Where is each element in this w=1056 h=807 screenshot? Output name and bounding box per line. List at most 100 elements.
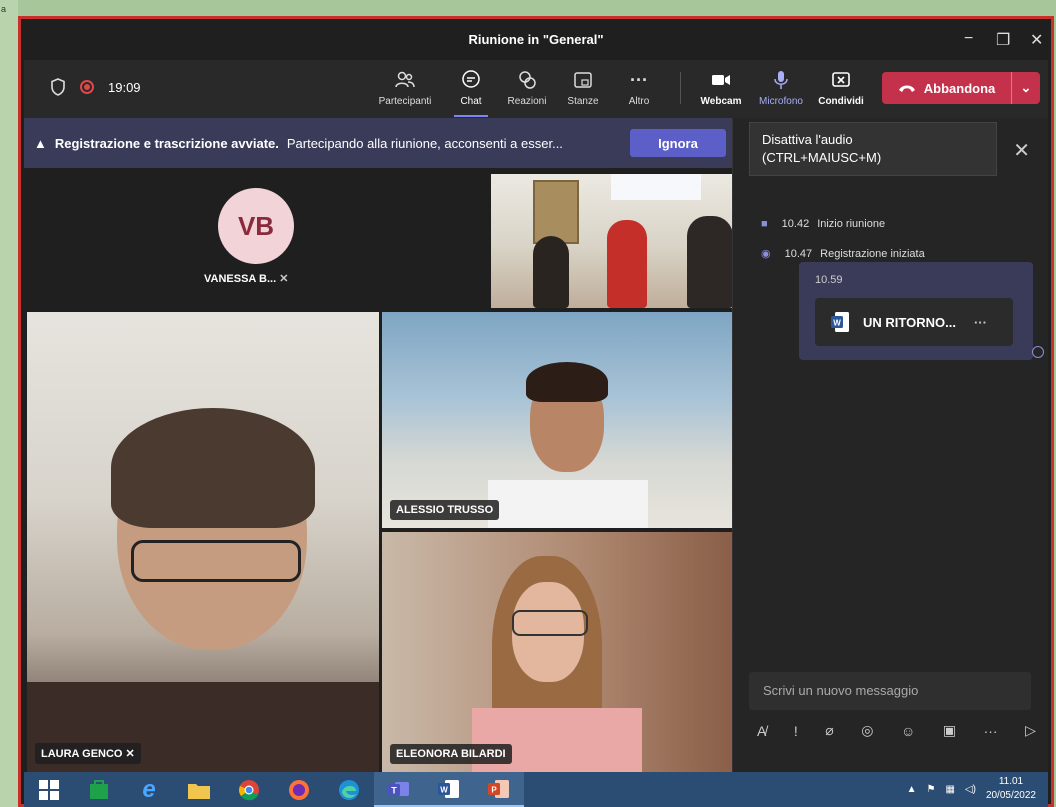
message-input[interactable]: Scrivi un nuovo messaggio (749, 672, 1031, 710)
seen-icon (1032, 346, 1044, 358)
close-panel-icon[interactable]: ✕ (1013, 138, 1030, 163)
compose-toolbar: A̸ ! ⌀ ◎ ☺ ▣ ··· ▷ (757, 722, 1036, 739)
microphone-button[interactable]: Microfono (750, 68, 812, 107)
svg-text:W: W (440, 785, 448, 794)
webcam-button[interactable]: Webcam (690, 68, 752, 107)
teams-icon: T (388, 781, 409, 796)
rooms-label: Stanze (567, 96, 599, 107)
share-label: Condividi (818, 96, 864, 107)
event-time: 10.47 (784, 247, 813, 260)
rooms-button[interactable]: Stanze (552, 68, 614, 107)
hair-shape (111, 408, 315, 528)
participant-tile-room[interactable] (491, 174, 733, 308)
participant-tile-vanessa[interactable]: VB VANESSA B... ✕ (24, 168, 488, 308)
start-button[interactable] (24, 772, 74, 807)
clock-date: 20/05/2022 (985, 790, 1036, 801)
shield-icon (51, 78, 65, 96)
chat-label: Chat (460, 96, 482, 107)
warning-icon: ▲ (34, 135, 47, 151)
recording-banner: ▲ Registrazione e trascrizione avviate. … (24, 118, 732, 168)
leave-button[interactable]: Abbandona ⌄ (882, 72, 1040, 104)
taskbar-teams[interactable]: T (374, 772, 424, 807)
participant-tile-laura[interactable]: LAURA GENCO ✕ (27, 312, 379, 772)
close-window-button[interactable]: ✕ (1030, 30, 1043, 50)
participants-icon (395, 71, 415, 88)
video-icon: ■ (761, 218, 768, 230)
taskbar-chrome[interactable] (224, 772, 274, 807)
chat-button[interactable]: Chat (440, 68, 502, 117)
participant-tile-alessio[interactable]: ALESSIO TRUSSO (382, 312, 733, 528)
hair-shape (526, 362, 608, 402)
file-more-button[interactable]: ··· (974, 315, 987, 330)
taskbar-powerpoint[interactable]: P (474, 772, 524, 807)
restore-button[interactable]: ❐ (996, 30, 1010, 50)
rooms-icon (574, 72, 592, 88)
tray-expand-icon[interactable]: ▲ (907, 784, 917, 795)
word-icon: W (438, 779, 459, 798)
chat-message[interactable]: 10.59 W UN RITORNO... ··· (799, 262, 1033, 360)
taskbar-explorer[interactable] (174, 772, 224, 807)
share-button[interactable]: Condividi (810, 68, 872, 107)
taskbar-word[interactable]: W (424, 772, 474, 807)
taskbar-clock[interactable]: 11.01 20/05/2022 (986, 775, 1036, 803)
file-attachment[interactable]: W UN RITORNO... ··· (815, 298, 1013, 346)
gif-icon[interactable]: ▣ (943, 722, 956, 739)
folder-icon (188, 783, 210, 799)
meeting-timer: 19:09 (108, 79, 141, 95)
leave-main-area[interactable]: Abbandona (882, 72, 1012, 104)
glasses-shape (131, 540, 301, 582)
system-tray: ▲ ⚑ ▦ ◁) 11.01 20/05/2022 (907, 775, 1036, 803)
more-button[interactable]: ··· Altro (608, 68, 670, 108)
mic-muted-icon: ✕ (279, 273, 289, 285)
send-icon[interactable]: ▷ (1025, 722, 1036, 739)
more-options-icon[interactable]: ··· (984, 723, 998, 739)
store-icon (90, 779, 108, 799)
shirt-shape (488, 480, 648, 528)
powerpoint-icon: P (488, 779, 509, 798)
taskbar-ie[interactable]: e (124, 772, 174, 807)
ie-icon: e (142, 775, 156, 803)
minimize-button[interactable]: − (964, 30, 973, 48)
glasses-shape (512, 610, 588, 636)
flag-icon[interactable]: ⚑ (926, 784, 935, 795)
mute-tooltip: Disattiva l'audio (CTRL+MAIUSC+M) (749, 122, 997, 176)
video-stage: VB VANESSA B... ✕ LAURA GENCO ✕ ALESSIO … (24, 168, 733, 772)
taskbar-store[interactable] (74, 772, 124, 807)
format-icon[interactable]: A̸ (757, 723, 766, 739)
more-label: Altro (628, 96, 650, 107)
network-icon[interactable]: ▦ (945, 784, 954, 795)
event-time: 10.42 (781, 218, 810, 230)
desktop-background-strip (0, 0, 18, 807)
event-text: Inizio riunione (817, 218, 886, 230)
mic-icon (774, 71, 788, 89)
message-time: 10.59 (815, 274, 843, 286)
chat-panel: Disattiva l'audio (CTRL+MAIUSC+M) ✕ ■ 10… (732, 118, 1048, 772)
emoji-icon[interactable]: ☺ (901, 723, 915, 739)
leave-label: Abbandona (923, 80, 996, 96)
important-icon[interactable]: ! (794, 723, 798, 739)
volume-icon[interactable]: ◁) (965, 784, 976, 795)
camera-icon (712, 75, 730, 85)
taskbar-edge[interactable] (324, 772, 374, 807)
chevron-down-icon[interactable]: ⌄ (1012, 80, 1040, 96)
mic-muted-icon: ✕ (125, 748, 135, 760)
ignore-button[interactable]: Ignora (630, 129, 726, 157)
participants-button[interactable]: Partecipanti (374, 68, 436, 107)
participant-name: LAURA GENCO ✕ (35, 743, 141, 764)
person-left (533, 236, 569, 308)
reactions-button[interactable]: Reazioni (496, 68, 558, 107)
person-center (607, 220, 647, 308)
teams-meeting-window: Riunione in "General" − ❐ ✕ 19:09 Partec… (18, 16, 1054, 807)
wall-picture (533, 180, 579, 244)
banner-text: Partecipando alla riunione, acconsenti a… (286, 135, 563, 151)
participant-tile-eleonora[interactable]: ELEONORA BILARDI (382, 532, 733, 772)
firefox-icon (289, 779, 309, 800)
edge-icon (339, 779, 359, 800)
person-right (687, 216, 733, 308)
recording-indicator-icon (80, 80, 94, 94)
taskbar-firefox[interactable] (274, 772, 324, 807)
attach-icon[interactable]: ⌀ (825, 722, 833, 739)
loop-icon[interactable]: ◎ (861, 722, 873, 739)
webcam-label: Webcam (700, 96, 742, 107)
projection-screen (611, 174, 701, 200)
